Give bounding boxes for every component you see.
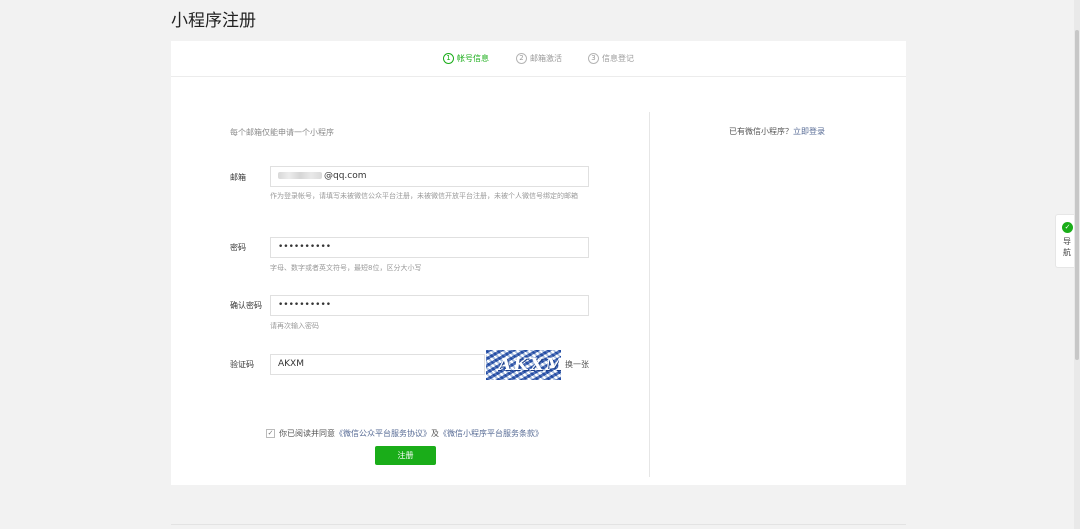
email-input[interactable]: @qq.com xyxy=(270,166,589,187)
step-account-info: 1 帐号信息 xyxy=(443,53,489,64)
step-label: 信息登记 xyxy=(602,54,634,63)
agree-checkbox[interactable]: ✓ xyxy=(266,429,275,438)
step-email-activation: 2 邮箱激活 xyxy=(516,53,562,64)
step-number: 1 xyxy=(443,53,454,64)
confirm-password-label: 确认密码 xyxy=(230,301,262,310)
captcha-image[interactable]: AKXM xyxy=(486,350,561,380)
confirm-password-input[interactable]: •••••••••• xyxy=(270,295,589,316)
page-title: 小程序注册 xyxy=(171,11,256,31)
captcha-input[interactable]: AKXM xyxy=(270,354,485,375)
form-hint: 每个邮箱仅能申请一个小程序 xyxy=(230,128,334,137)
email-label: 邮箱 xyxy=(230,173,246,182)
step-number: 3 xyxy=(588,53,599,64)
existing-account-text: 已有微信小程序？ xyxy=(729,127,793,136)
email-tip: 作为登录帐号，请填写未被微信公众平台注册，未被微信开放平台注册，未被个人微信号绑… xyxy=(270,192,578,200)
platform-terms-link[interactable]: 《微信小程序平台服务条款》 xyxy=(439,428,543,439)
register-card: 1 帐号信息 2 邮箱激活 3 信息登记 每个邮箱仅能申请一个小程序 邮箱 @q… xyxy=(171,41,906,485)
step-label: 帐号信息 xyxy=(457,54,489,63)
scrollbar-thumb[interactable] xyxy=(1075,30,1079,360)
existing-account-prompt: 已有微信小程序？立即登录 xyxy=(729,126,825,137)
agreement-row: ✓ 你已阅读并同意 《微信公众平台服务协议》 及 《微信小程序平台服务条款》 xyxy=(266,428,543,439)
blurred-email-text xyxy=(278,172,322,179)
register-button[interactable]: 注册 xyxy=(375,446,436,465)
page-scrollbar[interactable] xyxy=(1074,0,1080,529)
step-label: 邮箱激活 xyxy=(530,54,562,63)
confirm-password-tip: 请再次输入密码 xyxy=(270,322,319,330)
password-input[interactable]: •••••••••• xyxy=(270,237,589,258)
step-indicator: 1 帐号信息 2 邮箱激活 3 信息登记 xyxy=(171,41,906,77)
check-circle-icon: ✓ xyxy=(1062,222,1073,233)
email-suffix: @qq.com xyxy=(324,171,367,181)
agree-middle: 及 xyxy=(431,429,439,438)
vertical-divider xyxy=(649,112,650,477)
service-agreement-link[interactable]: 《微信公众平台服务协议》 xyxy=(335,428,431,439)
agree-prefix: 你已阅读并同意 xyxy=(279,429,335,438)
password-label: 密码 xyxy=(230,243,246,252)
nav-label: 导航 xyxy=(1063,237,1071,257)
step-number: 2 xyxy=(516,53,527,64)
login-now-link[interactable]: 立即登录 xyxy=(793,127,825,136)
password-tip: 字母、数字或者英文符号，最短8位，区分大小写 xyxy=(270,264,422,272)
captcha-label: 验证码 xyxy=(230,360,254,369)
step-info-registration: 3 信息登记 xyxy=(588,53,634,64)
captcha-image-text: AKXM xyxy=(496,355,561,375)
footer-divider xyxy=(171,524,906,525)
refresh-captcha-link[interactable]: 换一张 xyxy=(565,359,589,370)
